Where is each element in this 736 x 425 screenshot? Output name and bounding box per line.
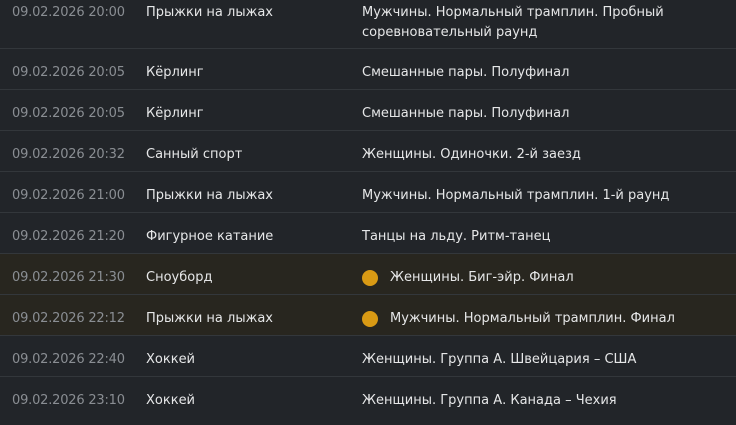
- event-name: Смешанные пары. Полуфинал: [362, 106, 570, 121]
- event-time: 09.02.2026 22:40: [12, 352, 125, 367]
- schedule-row[interactable]: 09.02.2026 20:05 Кёрлинг Смешанные пары.…: [0, 90, 736, 131]
- event-time: 09.02.2026 22:12: [12, 311, 125, 326]
- schedule-row[interactable]: 09.02.2026 23:10 Хоккей Женщины. Группа …: [0, 377, 736, 425]
- event-name: Женщины. Группа А. Канада – Чехия: [362, 393, 617, 408]
- event-name: Смешанные пары. Полуфинал: [362, 65, 570, 80]
- sport-name: Хоккей: [146, 393, 196, 408]
- event-time: 09.02.2026 20:00: [12, 5, 125, 20]
- event-time: 09.02.2026 21:00: [12, 188, 125, 203]
- schedule-row-medal-event[interactable]: 09.02.2026 21:30 Сноуборд Женщины. Биг-э…: [0, 254, 736, 295]
- sport-name: Кёрлинг: [146, 65, 204, 80]
- event-name: Мужчины. Нормальный трамплин. 1-й раунд: [362, 188, 670, 203]
- event-name: Мужчины. Нормальный трамплин. Пробный со…: [362, 5, 664, 40]
- event-time: 09.02.2026 21:30: [12, 270, 125, 285]
- schedule-row[interactable]: 09.02.2026 20:00 Прыжки на лыжах Мужчины…: [0, 0, 736, 49]
- sport-name: Фигурное катание: [146, 229, 274, 244]
- event-name: Женщины. Биг-эйр. Финал: [390, 270, 574, 285]
- sport-name: Санный спорт: [146, 147, 243, 162]
- schedule-row[interactable]: 09.02.2026 20:32 Санный спорт Женщины. О…: [0, 131, 736, 172]
- schedule-row[interactable]: 09.02.2026 21:00 Прыжки на лыжах Мужчины…: [0, 172, 736, 213]
- event-name: Мужчины. Нормальный трамплин. Финал: [390, 311, 675, 326]
- event-time: 09.02.2026 21:20: [12, 229, 125, 244]
- schedule-row-medal-event[interactable]: 09.02.2026 22:12 Прыжки на лыжах Мужчины…: [0, 295, 736, 336]
- event-time: 09.02.2026 23:10: [12, 393, 125, 408]
- sport-name: Сноуборд: [146, 270, 213, 285]
- sport-name: Прыжки на лыжах: [146, 5, 273, 20]
- sport-name: Кёрлинг: [146, 106, 204, 121]
- event-name: Женщины. Одиночки. 2-й заезд: [362, 147, 581, 162]
- event-time: 09.02.2026 20:05: [12, 65, 125, 80]
- schedule-row[interactable]: 09.02.2026 22:40 Хоккей Женщины. Группа …: [0, 336, 736, 377]
- medal-icon: [362, 311, 378, 327]
- schedule-row[interactable]: 09.02.2026 21:20 Фигурное катание Танцы …: [0, 213, 736, 254]
- sport-name: Прыжки на лыжах: [146, 188, 273, 203]
- medal-icon: [362, 270, 378, 286]
- event-name: Танцы на льду. Ритм-танец: [362, 229, 551, 244]
- event-time: 09.02.2026 20:32: [12, 147, 125, 162]
- event-time: 09.02.2026 20:05: [12, 106, 125, 121]
- event-name: Женщины. Группа А. Швейцария – США: [362, 352, 637, 367]
- sport-name: Прыжки на лыжах: [146, 311, 273, 326]
- schedule-row[interactable]: 09.02.2026 20:05 Кёрлинг Смешанные пары.…: [0, 49, 736, 90]
- event-schedule-list: 09.02.2026 20:00 Прыжки на лыжах Мужчины…: [0, 0, 736, 425]
- sport-name: Хоккей: [146, 352, 196, 367]
